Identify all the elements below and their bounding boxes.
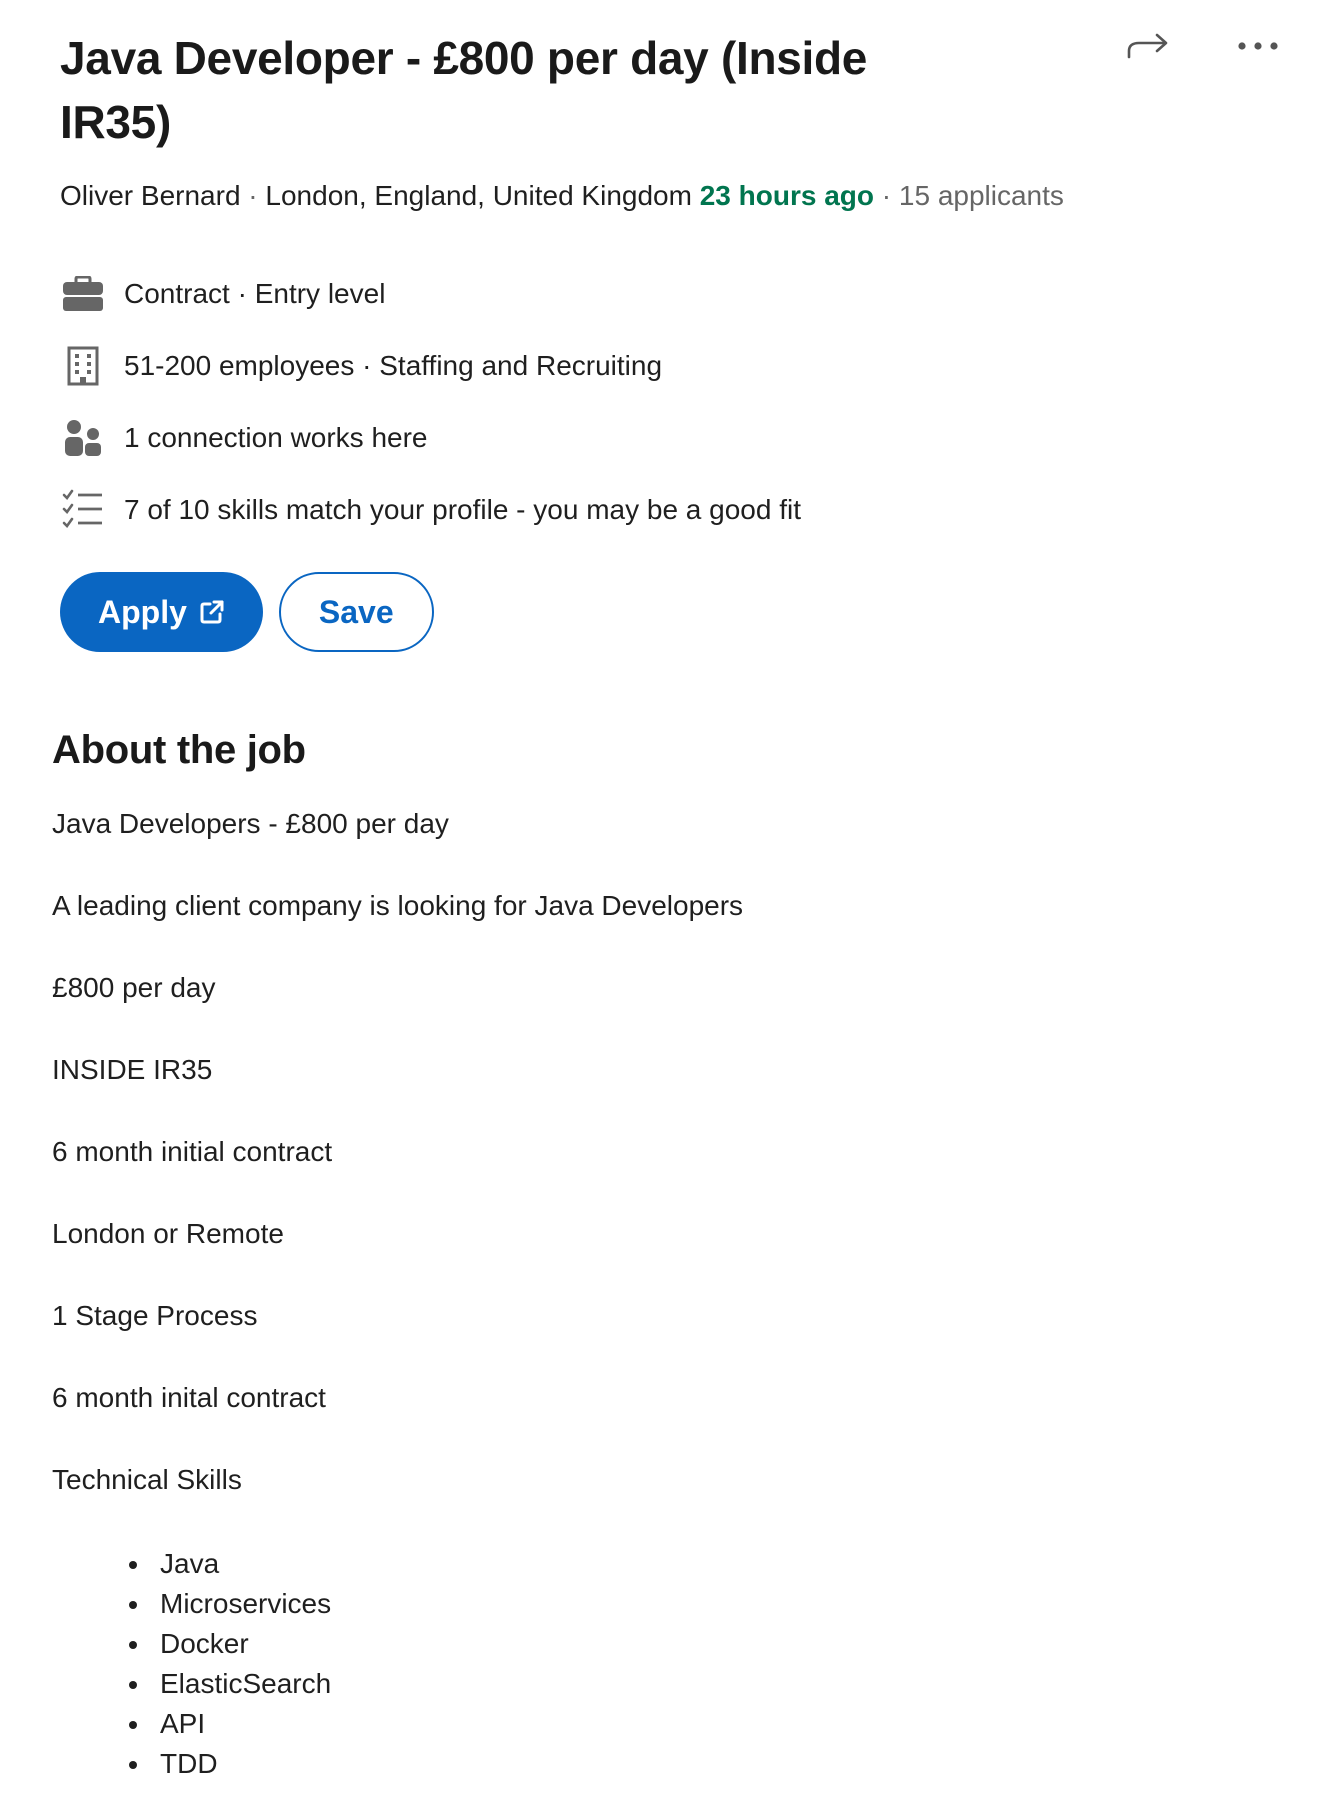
skill-item: Java (152, 1544, 1252, 1584)
more-options-button[interactable] (1228, 24, 1288, 68)
insight-job-type: Contract · Entry level (60, 258, 801, 330)
ellipsis-icon (1238, 42, 1278, 50)
insight-text[interactable]: 1 connection works here (124, 422, 428, 454)
insight-company-size: 51-200 employees · Staffing and Recruiti… (60, 330, 801, 402)
job-header: Java Developer - £800 per day (Inside IR… (60, 26, 1064, 214)
job-insights: Contract · Entry level 51-200 employees … (60, 258, 801, 546)
briefcase-icon (60, 271, 106, 317)
insight-skills-match: 7 of 10 skills match your profile - you … (60, 474, 801, 546)
skill-item: API (152, 1704, 1252, 1744)
external-link-icon (200, 600, 224, 624)
applicant-count: 15 applicants (898, 180, 1064, 211)
skill-item: TDD (152, 1744, 1252, 1784)
posted-time: 23 hours ago (699, 180, 874, 211)
description-paragraph: London or Remote (52, 1218, 284, 1249)
job-title: Java Developer - £800 per day (Inside IR… (60, 32, 868, 148)
description-paragraph: INSIDE IR35 (52, 1054, 213, 1085)
save-button[interactable]: Save (278, 572, 434, 652)
people-icon (60, 415, 106, 461)
job-actions: Apply Save (60, 572, 434, 652)
insight-text: Contract · Entry level (124, 278, 386, 309)
building-icon (60, 343, 106, 389)
insight-text: 51-200 employees · Staffing and Recruiti… (124, 350, 663, 381)
description-paragraph: Java Developers - £800 per day (52, 808, 449, 839)
share-arrow-icon (1127, 33, 1168, 59)
description-paragraph: 6 month initial contract (52, 1136, 333, 1167)
description-paragraph: £800 per day (52, 972, 216, 1003)
share-button[interactable] (1118, 24, 1178, 68)
insight-connections: 1 connection works here (60, 402, 801, 474)
poster-name[interactable]: Oliver Bernard (60, 180, 241, 211)
apply-label: Apply (98, 593, 187, 630)
checklist-icon (60, 487, 106, 533)
job-meta: Oliver Bernard · London, England, United… (60, 178, 1064, 214)
description-paragraph: 1 Stage Process (52, 1300, 258, 1331)
about-heading: About the job (52, 728, 306, 772)
apply-button[interactable]: Apply (60, 572, 263, 652)
skill-item: ElasticSearch (152, 1664, 1252, 1704)
about-job-section: About the job Java Developers - £800 per… (52, 722, 1252, 1784)
description-paragraph: A leading client company is looking for … (52, 890, 744, 921)
description-paragraph: Technical Skills (52, 1464, 242, 1495)
skills-list: Java Microservices Docker ElasticSearch … (52, 1544, 1252, 1784)
top-actions (1118, 24, 1288, 68)
description-paragraph: 6 month inital contract (52, 1382, 326, 1413)
skill-item: Docker (152, 1624, 1252, 1664)
insight-text[interactable]: 7 of 10 skills match your profile - you … (124, 494, 801, 526)
job-location: London, England, United Kingdom (265, 180, 692, 211)
separator: · (874, 180, 899, 211)
skill-item: Microservices (152, 1584, 1252, 1624)
separator: · (240, 180, 266, 211)
